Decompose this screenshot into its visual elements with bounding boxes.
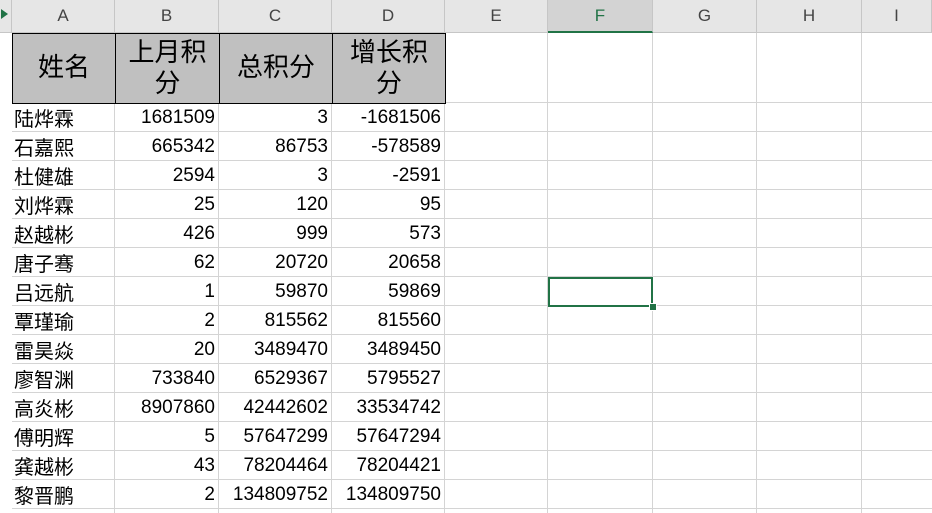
number-cell[interactable]: 3 [219, 161, 332, 190]
number-cell[interactable]: 59870 [219, 277, 332, 306]
number-cell[interactable]: 6529367 [219, 364, 332, 393]
number-cell[interactable]: 134809752 [219, 480, 332, 509]
name-cell[interactable]: 傅明辉 [12, 422, 115, 451]
number-cell[interactable]: 3489470 [219, 335, 332, 364]
number-cell[interactable]: 2 [115, 480, 219, 509]
number-cell[interactable]: 62 [115, 248, 219, 277]
number-cell[interactable]: 20658 [332, 248, 445, 277]
column-header-i[interactable]: I [862, 0, 932, 33]
number-cell[interactable]: 20 [115, 335, 219, 364]
name-cell[interactable]: 石嘉熙 [12, 132, 115, 161]
column-gridline [756, 33, 757, 513]
name-cell[interactable]: 唐子骞 [12, 248, 115, 277]
header-cell[interactable]: 总积分 [219, 33, 333, 104]
number-cell[interactable]: 8907860 [115, 393, 219, 422]
fill-handle[interactable] [649, 303, 657, 311]
number-cell[interactable]: -2591 [332, 161, 445, 190]
spreadsheet[interactable]: ABCDEFGHI 姓名 上月积分总积分 增长积分陆烨霖 1681509 3 -16815… [0, 0, 932, 513]
number-cell[interactable]: 2 [115, 306, 219, 335]
number-cell[interactable]: 33534742 [332, 393, 445, 422]
number-cell[interactable]: 426 [115, 219, 219, 248]
number-cell[interactable]: 2594 [115, 161, 219, 190]
number-cell[interactable]: 1 [115, 277, 219, 306]
column-header-a[interactable]: A [12, 0, 115, 33]
name-cell[interactable]: 龚越彬 [12, 451, 115, 480]
number-cell[interactable]: 42442602 [219, 393, 332, 422]
column-header-d[interactable]: D [332, 0, 445, 33]
name-cell[interactable]: 赵越彬 [12, 219, 115, 248]
name-cell[interactable]: 吕远航 [12, 277, 115, 306]
number-cell[interactable]: -578589 [332, 132, 445, 161]
number-cell[interactable]: 573 [332, 219, 445, 248]
number-cell[interactable]: 815560 [332, 306, 445, 335]
column-header-h[interactable]: H [757, 0, 862, 33]
number-cell[interactable]: 57647294 [332, 422, 445, 451]
header-cell[interactable]: 增长积分 [332, 33, 446, 104]
name-cell[interactable]: 黎晋鹏 [12, 480, 115, 509]
column-header-c[interactable]: C [219, 0, 332, 33]
column-header-f[interactable]: F [548, 0, 653, 33]
name-cell[interactable]: 杜健雄 [12, 161, 115, 190]
number-cell[interactable]: 5795527 [332, 364, 445, 393]
number-cell[interactable]: 5 [115, 422, 219, 451]
number-cell[interactable]: 25 [115, 190, 219, 219]
number-cell[interactable]: 59869 [332, 277, 445, 306]
name-cell[interactable]: 高炎彬 [12, 393, 115, 422]
number-cell[interactable]: 120 [219, 190, 332, 219]
number-cell[interactable]: 999 [219, 219, 332, 248]
number-cell[interactable]: 95 [332, 190, 445, 219]
header-cell[interactable]: 姓名 [12, 33, 116, 104]
name-cell[interactable]: 陆烨霖 [12, 103, 115, 132]
number-cell[interactable]: 78204421 [332, 451, 445, 480]
select-all-corner[interactable] [0, 0, 12, 33]
number-cell[interactable]: 134809750 [332, 480, 445, 509]
column-gridline [652, 33, 653, 513]
number-cell[interactable]: 3 [219, 103, 332, 132]
name-cell[interactable]: 覃瑾瑜 [12, 306, 115, 335]
number-cell[interactable]: -1681506 [332, 103, 445, 132]
number-cell[interactable]: 665342 [115, 132, 219, 161]
number-cell[interactable]: 1681509 [115, 103, 219, 132]
name-cell[interactable]: 廖智渊 [12, 364, 115, 393]
select-all-triangle-icon [1, 9, 8, 19]
header-cell[interactable]: 上月积分 [115, 33, 220, 104]
number-cell[interactable]: 86753 [219, 132, 332, 161]
column-header-g[interactable]: G [653, 0, 757, 33]
number-cell[interactable]: 3489450 [332, 335, 445, 364]
number-cell[interactable]: 20720 [219, 248, 332, 277]
number-cell[interactable]: 57647299 [219, 422, 332, 451]
number-cell[interactable]: 815562 [219, 306, 332, 335]
column-gridline [547, 33, 548, 513]
column-header-e[interactable]: E [445, 0, 548, 33]
name-cell[interactable]: 雷昊焱 [12, 335, 115, 364]
number-cell[interactable]: 43 [115, 451, 219, 480]
column-header-b[interactable]: B [115, 0, 219, 33]
column-gridline [861, 33, 862, 513]
name-cell[interactable]: 刘烨霖 [12, 190, 115, 219]
selected-cell-outline[interactable] [548, 277, 653, 307]
number-cell[interactable]: 78204464 [219, 451, 332, 480]
number-cell[interactable]: 733840 [115, 364, 219, 393]
